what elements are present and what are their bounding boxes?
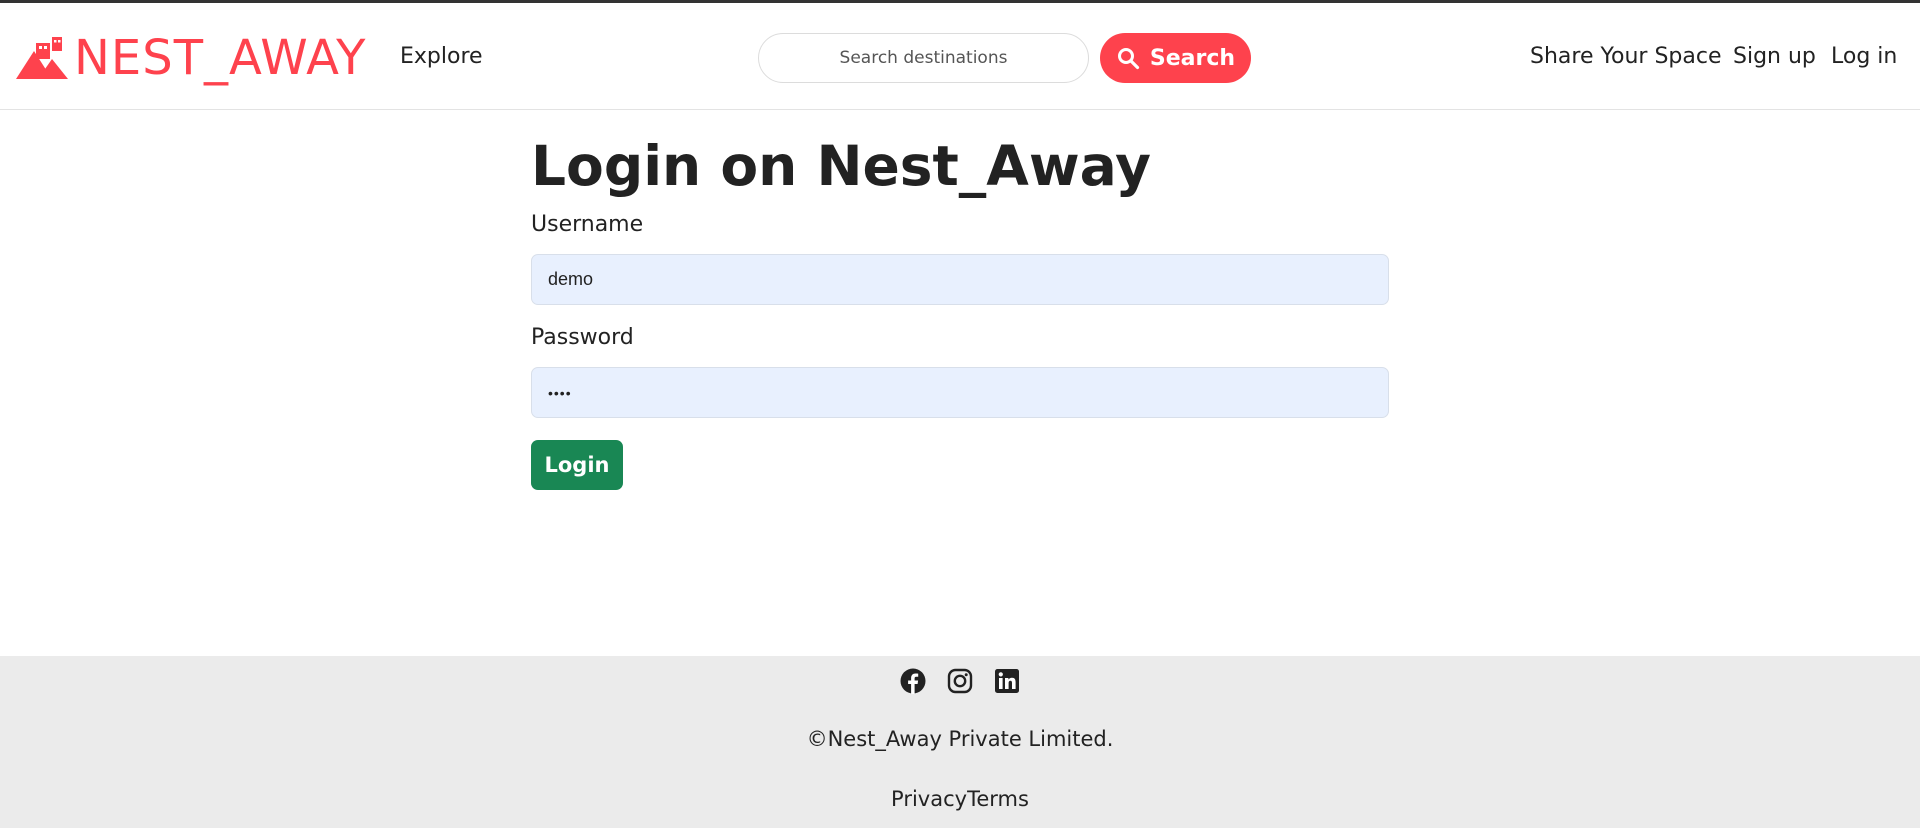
navbar: NEST_AWAY Explore Search Share Your Spac… (0, 0, 1920, 110)
nav-signup-link[interactable]: Sign up (1733, 43, 1816, 71)
facebook-icon[interactable] (900, 668, 926, 694)
brand-name: NEST_AWAY (74, 30, 367, 86)
footer-links: PrivacyTerms (0, 785, 1920, 813)
password-field[interactable] (531, 367, 1389, 418)
search-input[interactable] (758, 33, 1089, 83)
search-button-label: Search (1149, 45, 1236, 71)
nav-share-your-space-link[interactable]: Share Your Space (1530, 43, 1721, 71)
search-icon (1117, 48, 1140, 70)
terms-link[interactable]: Terms (967, 787, 1029, 811)
page-title: Login on Nest_Away (531, 134, 1151, 198)
copyright-text: ©Nest_Away Private Limited. (806, 727, 1114, 751)
password-label: Password (531, 325, 634, 350)
house-mountain-logo-icon (16, 37, 68, 79)
nav-login-link[interactable]: Log in (1831, 43, 1897, 71)
social-links (0, 668, 1920, 694)
username-label: Username (531, 212, 644, 237)
brand-logo-link[interactable]: NEST_AWAY (14, 33, 367, 83)
search-button[interactable]: Search (1100, 33, 1251, 83)
login-button[interactable]: Login (531, 440, 623, 490)
nav-explore-link[interactable]: Explore (400, 43, 483, 71)
login-form: Username Password Login (531, 210, 1389, 490)
linkedin-icon[interactable] (994, 668, 1020, 694)
login-form-container: Login on Nest_Away Username Password Log… (531, 128, 1389, 490)
footer: ©Nest_Away Private Limited. PrivacyTerms (0, 656, 1920, 828)
instagram-icon[interactable] (947, 668, 973, 694)
privacy-link[interactable]: Privacy (891, 787, 967, 811)
username-field[interactable] (531, 254, 1389, 305)
